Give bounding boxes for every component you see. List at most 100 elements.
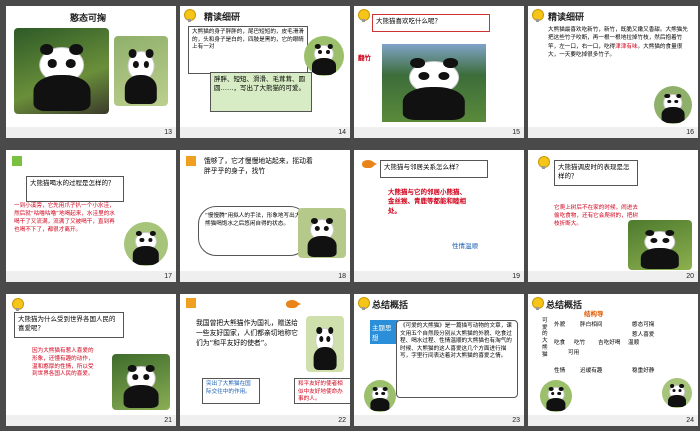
slide-number: 17 bbox=[164, 273, 172, 280]
slide-thumbnail-14[interactable]: 精读细研 大熊猫的身子胖胖的，尾巴短短的，皮毛滑滑的，头和身子是白的，四肢是黑的… bbox=[180, 6, 350, 138]
panda-photo bbox=[382, 44, 486, 122]
footer-bar bbox=[354, 127, 524, 138]
slide-thumbnail-15[interactable]: 大熊猫喜欢吃什么呢？ 翻竹 15 bbox=[354, 6, 524, 138]
answer-text: 它爬上树后不在家的时候，闹进去偷吃食物，还有它会爬树的，把树枝折断大。 bbox=[554, 205, 638, 228]
slide-number: 18 bbox=[338, 273, 346, 280]
slide-number: 20 bbox=[686, 273, 694, 280]
slide-title: 精读细研 bbox=[204, 13, 241, 23]
annotation-note: 突出了大熊猫在国际交往中的作用。 bbox=[202, 378, 260, 404]
panda-photo bbox=[114, 36, 168, 106]
footer-bar bbox=[6, 127, 176, 138]
slide-number: 13 bbox=[164, 129, 172, 136]
panda-photo bbox=[304, 36, 344, 76]
reading-passage: 大熊猫的身子胖胖的，尾巴短短的，皮毛滑滑的，头和身子是白的，四肢是黑的，它的眼睛… bbox=[188, 26, 308, 74]
question-text: 大熊猫喝水的过程是怎样的？ bbox=[30, 179, 115, 187]
slide-number: 24 bbox=[686, 417, 694, 424]
footer-bar bbox=[180, 127, 350, 138]
panda-photo bbox=[540, 380, 572, 412]
slide-thumbnail-16[interactable]: 精读细研 大熊猫最喜欢吃新竹，新竹，既脆又嫩又香甜。大熊猫先把这些竹子咬断，再一… bbox=[528, 6, 698, 138]
map-node: 可用 bbox=[568, 350, 580, 356]
lightbulb-icon bbox=[532, 9, 544, 22]
map-node: 温顺 bbox=[628, 340, 640, 346]
footer-bar bbox=[354, 415, 524, 426]
highlight-text: 津津有味 bbox=[615, 43, 638, 50]
question-box: 大熊猫为什么受到世界各国人民的喜爱呢？ bbox=[14, 312, 124, 338]
slide-thumbnail-22[interactable]: 我国曾把大熊猫作为国礼，赠送给一些友好国家，人们都亲切地称它们为“和平友好的使者… bbox=[180, 294, 350, 426]
map-node: 吉吃好喝 bbox=[598, 340, 621, 346]
slide-thumbnail-18[interactable]: 饿够了，它才慢慢地站起来，摇动着胖乎乎的身子，找竹 “慢慢腾”用拟人的手法，形象… bbox=[180, 150, 350, 282]
footer-bar bbox=[180, 271, 350, 282]
panda-photo bbox=[124, 222, 168, 266]
slide-thumbnail-21[interactable]: 大熊猫为什么受到世界各国人民的喜爱呢？ 因为大熊猫有惹人喜爱的形象，还懂有趣的动… bbox=[6, 294, 176, 426]
slide-number: 19 bbox=[512, 273, 520, 280]
summary-box: 《可爱的大熊猫》是一篇描写动物的文章，课文用五个自然段分别从大熊猫的外貌、吃食过… bbox=[396, 320, 518, 398]
map-node: 吃竹 bbox=[574, 340, 586, 346]
panda-photo bbox=[654, 86, 692, 124]
reading-passage: 大熊猫最喜欢吃新竹，新竹，既脆又嫩又香甜。大熊猫先把这些竹子咬断，再一根一根地拉… bbox=[548, 26, 692, 60]
map-node: 外貌 bbox=[554, 322, 566, 328]
annotation-bubble: “慢慢腾”用拟人的手法，形象地写出大熊猫喝饱水之后悠闲自得的状态。 bbox=[198, 206, 308, 256]
panda-photo bbox=[662, 378, 692, 408]
slide-title: 精读细研 bbox=[548, 13, 585, 23]
footer-bar bbox=[528, 415, 698, 426]
annotation-note: 胖胖、短短、滑滑、毛茸茸、圆圆……，写出了大熊猫的可爱。 bbox=[210, 72, 312, 112]
question-box: 大熊猫喜欢吃什么呢？ bbox=[372, 14, 490, 32]
keyword-label: 性情温顺 bbox=[452, 242, 478, 250]
vertical-title: 可爱的大熊猫 bbox=[542, 318, 548, 358]
slide-thumbnail-19[interactable]: 大熊猫与邻居关系怎么样？ 大熊猫与它的邻居小熊猫、金丝猴、青鹿等都能和睦相处。 … bbox=[354, 150, 524, 282]
lightbulb-icon bbox=[184, 9, 196, 22]
annotation-note: 和平友好的使者相似中友好地使命办事的人。 bbox=[294, 378, 350, 404]
lightbulb-icon bbox=[12, 298, 24, 311]
map-node: 吃食 bbox=[554, 340, 566, 346]
lightbulb-icon bbox=[532, 297, 544, 310]
slide-number: 16 bbox=[686, 129, 694, 136]
panda-photo bbox=[14, 28, 109, 114]
question-text: 大熊猫为什么受到世界各国人民的喜爱呢？ bbox=[18, 315, 116, 332]
answer-text: 大熊猫与它的邻居小熊猫、金丝猴、青鹿等都能和睦相处。 bbox=[388, 188, 466, 215]
footer-bar bbox=[180, 415, 350, 426]
panda-photo bbox=[628, 220, 692, 270]
decor-square bbox=[12, 156, 22, 166]
slide-title: 憨态可掬 bbox=[70, 14, 107, 24]
slide-thumbnail-24[interactable]: 总结概括 结构导 可爱的大熊猫 外貌 胖白相间 憨态可掬 吃食 吃竹 吉吃好喝 … bbox=[528, 294, 698, 426]
slide-thumbnail-17[interactable]: 大熊猫喝水的过程是怎样的？ 一到小溪旁，它先用爪子扒一个小水洼，然后就“咕噜咕噜… bbox=[6, 150, 176, 282]
map-node: 胖白相间 bbox=[580, 322, 603, 328]
slide-thumbnail-13[interactable]: 憨态可掬 13 bbox=[6, 6, 176, 138]
panda-photo bbox=[112, 354, 170, 410]
footer-bar bbox=[528, 127, 698, 138]
slide-title: 总结概括 bbox=[372, 301, 409, 311]
slide-number: 15 bbox=[512, 129, 520, 136]
answer-text: 一到小溪旁，它先用爪子扒一个小水洼，然后就“咕噜咕噜”地喝起来，水洼里的水喝干了… bbox=[14, 203, 115, 234]
slide-number: 21 bbox=[164, 417, 172, 424]
question-text: 大熊猫与邻居关系怎么样？ bbox=[384, 163, 462, 171]
panda-photo bbox=[306, 316, 344, 372]
slide-title: 总结概括 bbox=[546, 301, 583, 311]
decor-square bbox=[186, 156, 196, 166]
question-text: 大熊猫喜欢吃什么呢？ bbox=[376, 17, 441, 25]
reading-passage: 我国曾把大熊猫作为国礼，赠送给一些友好国家，人们都亲切地称它们为“和平友好的使者… bbox=[196, 319, 298, 348]
map-node: 性情 bbox=[554, 368, 566, 374]
map-node: 憨态可掬 bbox=[632, 322, 655, 328]
slide-thumbnail-20[interactable]: 大熊猫调皮时的表现是怎样的？ 它爬上树后不在家的时候，闹进去偷吃食物，还有它会爬… bbox=[528, 150, 698, 282]
footer-bar bbox=[6, 271, 176, 282]
answer-text: 因为大熊猫有惹人喜爱的形象，还懂有趣的动作，温和憨厚的性情，所以受到世界各国人民… bbox=[32, 348, 94, 378]
map-node: 迟缓有趣 bbox=[580, 368, 603, 374]
question-box: 大熊猫调皮时的表现是怎样的？ bbox=[554, 160, 638, 186]
panda-photo bbox=[364, 380, 396, 412]
slide-number: 22 bbox=[338, 417, 346, 424]
structure-heading: 结构导 bbox=[584, 310, 604, 318]
decor-square bbox=[186, 298, 196, 308]
question-box: 大熊猫与邻居关系怎么样？ bbox=[380, 160, 488, 178]
panda-photo bbox=[298, 208, 346, 258]
slide-thumbnail-23[interactable]: 总结概括 主题思想 《可爱的大熊猫》是一篇描写动物的文章，课文用五个自然段分别从… bbox=[354, 294, 524, 426]
lightbulb-icon bbox=[538, 156, 550, 169]
lightbulb-icon bbox=[358, 9, 370, 22]
slide-number: 14 bbox=[338, 129, 346, 136]
bird-icon bbox=[362, 160, 377, 168]
question-text: 大熊猫调皮时的表现是怎样的？ bbox=[558, 163, 630, 180]
footer-bar bbox=[528, 271, 698, 282]
bird-icon bbox=[286, 300, 301, 308]
slide-number: 23 bbox=[512, 417, 520, 424]
map-node: 稳重好静 bbox=[632, 368, 655, 374]
topic-tag: 主题思想 bbox=[370, 320, 398, 344]
